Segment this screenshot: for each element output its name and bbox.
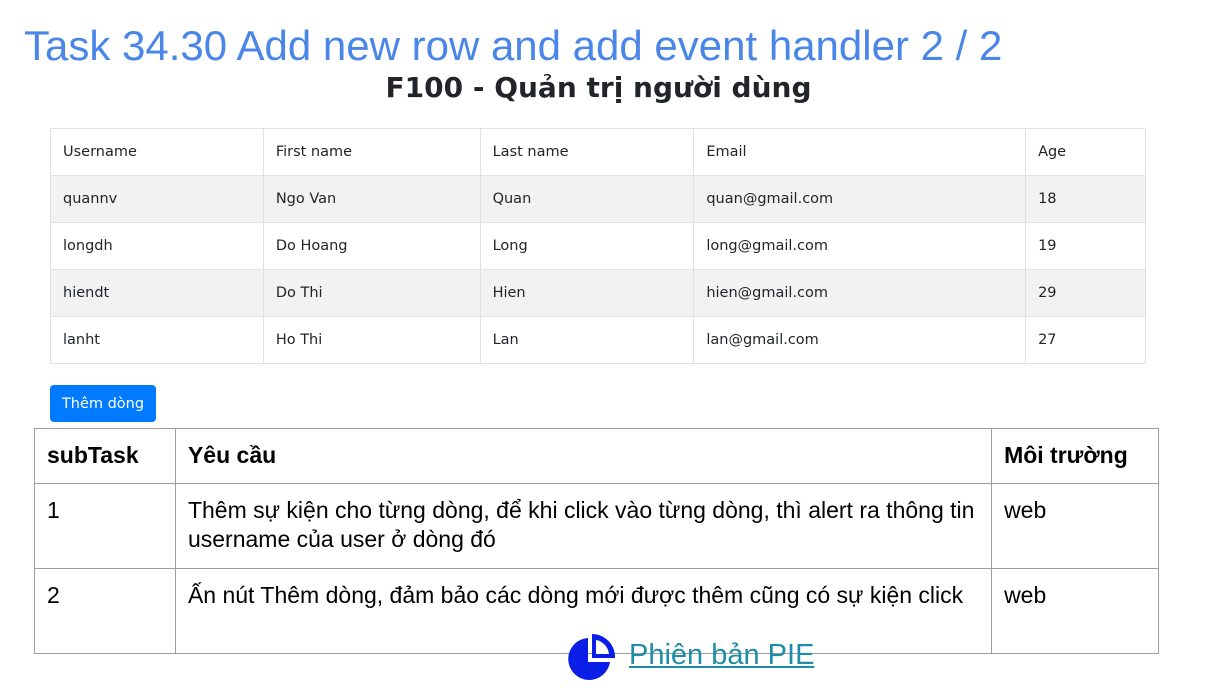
column-header-username: Username <box>50 128 264 176</box>
pie-version-link-text: Phiên bản PIE <box>629 639 815 671</box>
cell-subtask-number: 1 <box>34 483 176 569</box>
cell-requirement: Thêm sự kiện cho từng dòng, để khi click… <box>174 483 993 569</box>
table-row[interactable]: lanht Ho Thi Lan lan@gmail.com 27 <box>50 316 1146 364</box>
cell-first-name: Do Thi <box>262 269 481 317</box>
task-table: subTask Yêu cầu Môi trường 1 Thêm sự kiệ… <box>34 428 1159 654</box>
cell-age: 18 <box>1025 175 1146 223</box>
cell-age: 29 <box>1025 269 1146 317</box>
cell-first-name: Ho Thi <box>262 316 481 364</box>
task-row: 1 Thêm sự kiện cho từng dòng, để khi cli… <box>34 483 1159 569</box>
cell-first-name: Ngo Van <box>262 175 481 223</box>
cell-username: quannv <box>50 175 264 223</box>
cell-age: 19 <box>1025 222 1146 270</box>
cell-email: hien@gmail.com <box>693 269 1027 317</box>
table-header-row: Username First name Last name Email Age <box>50 128 1146 176</box>
add-row-button[interactable]: Thêm dòng <box>50 385 156 422</box>
cell-username: hiendt <box>50 269 264 317</box>
cell-email: quan@gmail.com <box>693 175 1027 223</box>
user-table: Username First name Last name Email Age … <box>50 128 1146 364</box>
pie-chart-logo-icon <box>568 633 615 680</box>
cell-last-name: Hien <box>479 269 695 317</box>
cell-subtask-number: 2 <box>34 568 176 654</box>
cell-environment: web <box>991 568 1159 654</box>
column-header-email: Email <box>693 128 1027 176</box>
cell-environment: web <box>991 483 1159 569</box>
cell-last-name: Quan <box>479 175 695 223</box>
cell-username: longdh <box>50 222 264 270</box>
task-header-row: subTask Yêu cầu Môi trường <box>34 428 1159 484</box>
cell-last-name: Lan <box>479 316 695 364</box>
cell-username: lanht <box>50 316 264 364</box>
table-row[interactable]: longdh Do Hoang Long long@gmail.com 19 <box>50 222 1146 270</box>
table-row[interactable]: quannv Ngo Van Quan quan@gmail.com 18 <box>50 175 1146 223</box>
cell-email: long@gmail.com <box>693 222 1027 270</box>
cell-email: lan@gmail.com <box>693 316 1027 364</box>
column-header-last-name: Last name <box>479 128 695 176</box>
pie-version-link[interactable]: Phiên bản PIE <box>565 632 814 684</box>
column-header-age: Age <box>1025 128 1146 176</box>
table-row[interactable]: hiendt Do Thi Hien hien@gmail.com 29 <box>50 269 1146 317</box>
column-header-first-name: First name <box>262 128 481 176</box>
cell-last-name: Long <box>479 222 695 270</box>
page-title: F100 - Quản trị người dùng <box>385 71 812 104</box>
cell-first-name: Do Hoang <box>262 222 481 270</box>
cell-age: 27 <box>1025 316 1146 364</box>
slide-title: Task 34.30 Add new row and add event han… <box>24 22 1003 69</box>
column-header-subtask: subTask <box>34 428 176 484</box>
column-header-requirement: Yêu cầu <box>174 428 993 484</box>
column-header-environment: Môi trường <box>991 428 1159 484</box>
